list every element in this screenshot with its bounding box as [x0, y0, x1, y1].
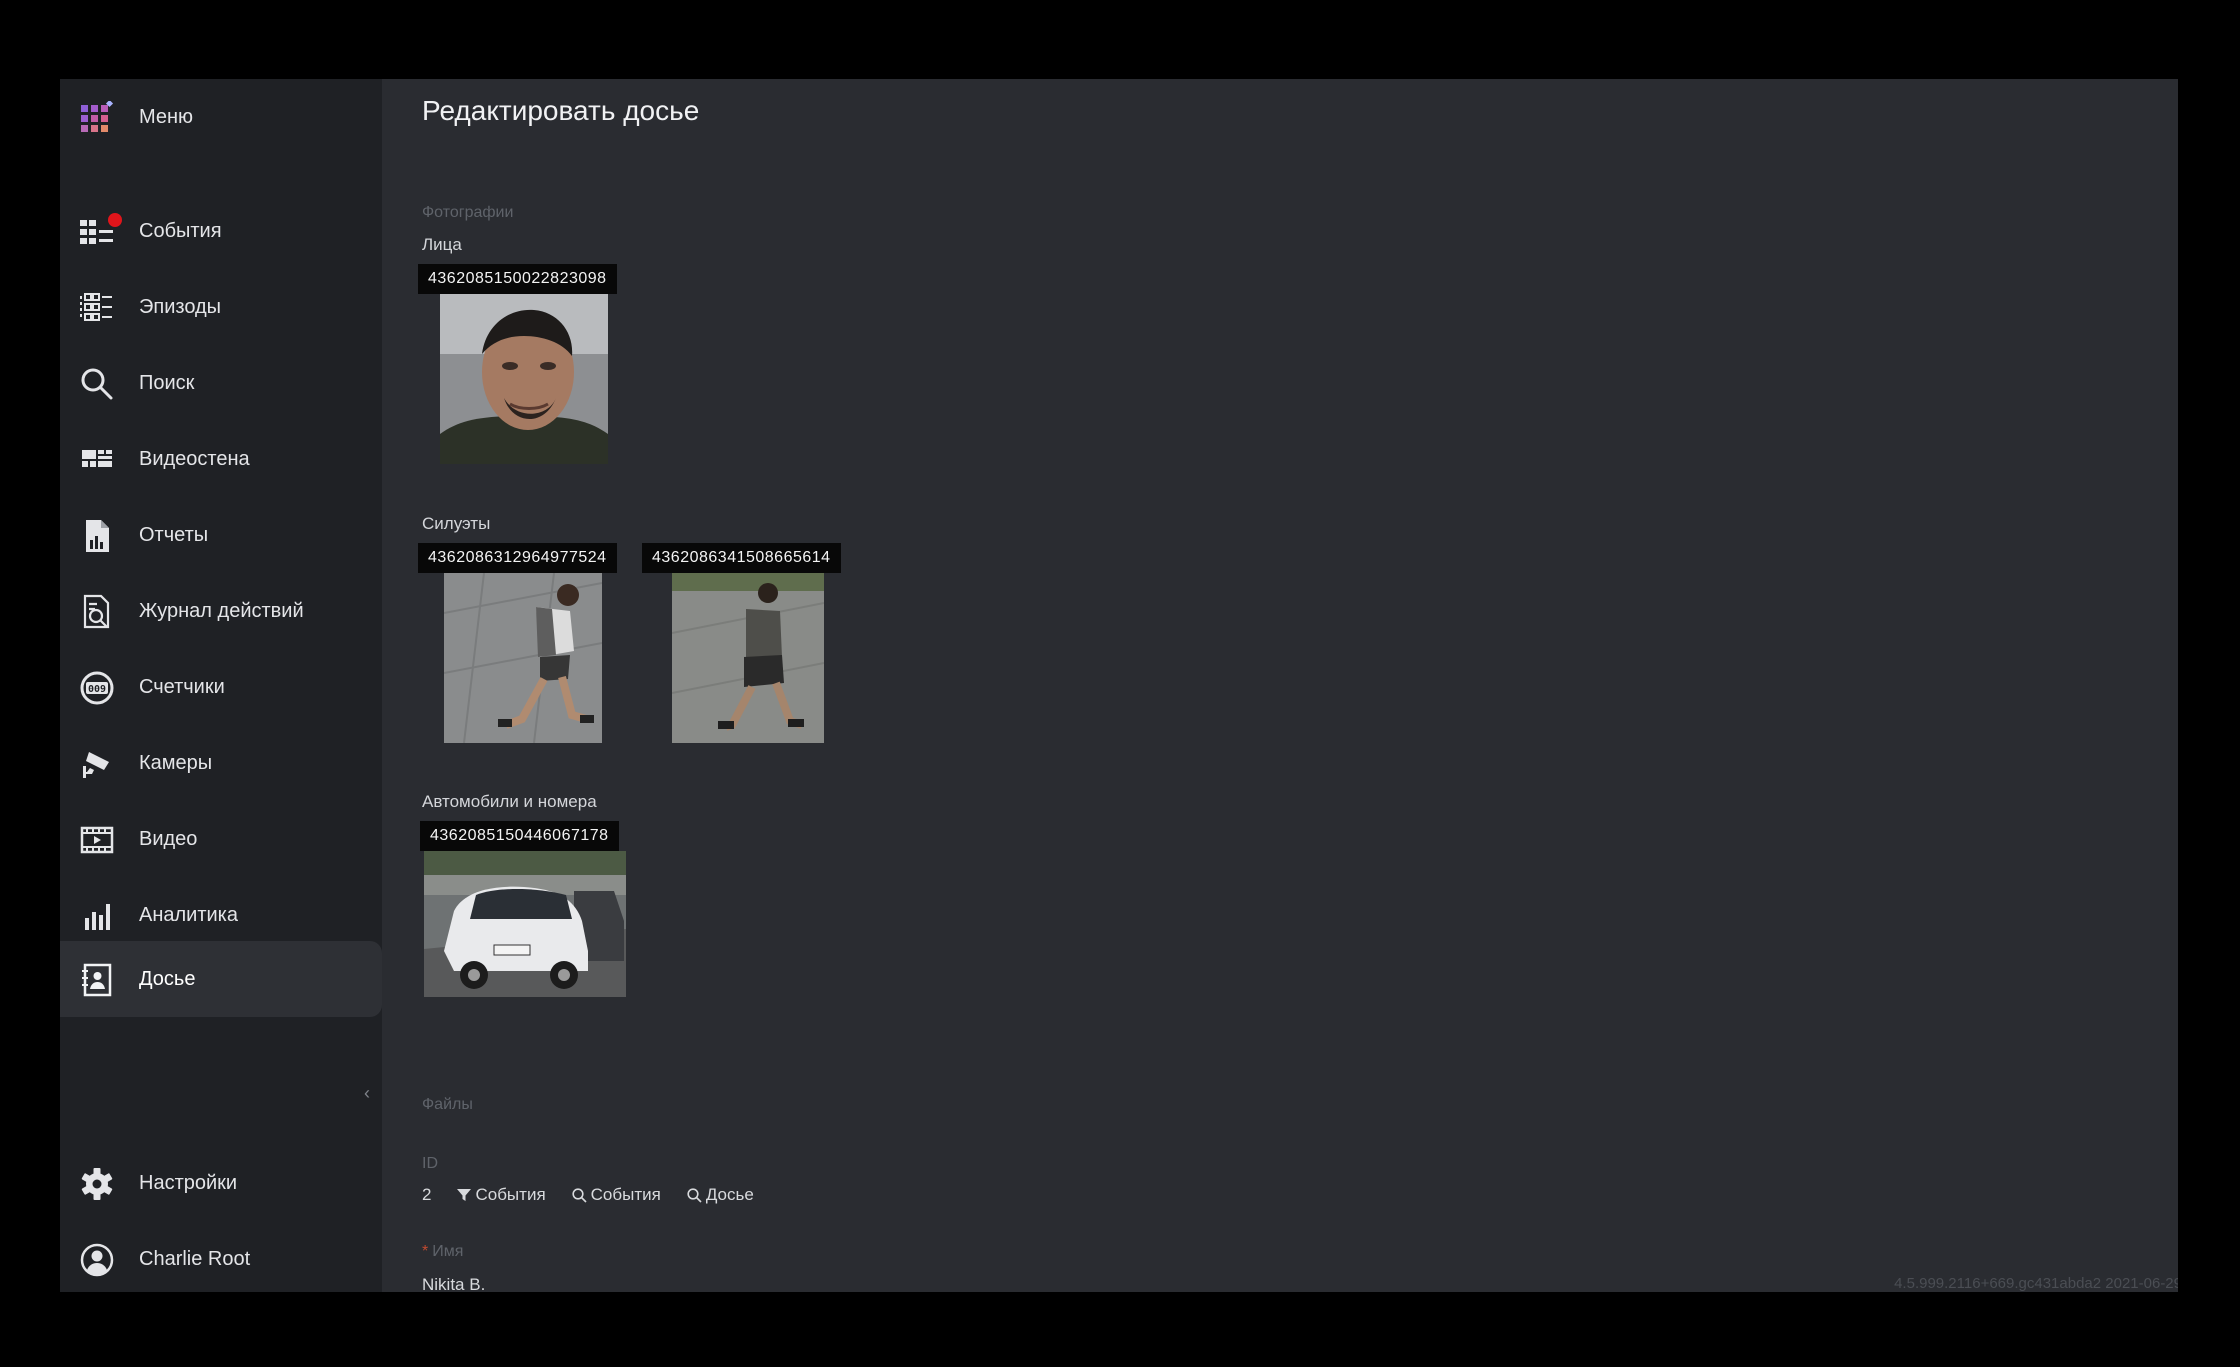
sidebar: Меню События Эпизоды Поиск Видеостена От…: [60, 79, 382, 1292]
required-mark: *: [422, 1243, 429, 1260]
videowall-icon: [79, 442, 115, 478]
body-photo-2: [672, 573, 824, 743]
user-avatar-icon: [79, 1242, 115, 1278]
dossier-icon: [79, 962, 115, 998]
gear-icon: [79, 1166, 115, 1202]
sidebar-menu[interactable]: Меню: [60, 79, 382, 155]
sidebar-item-dossier[interactable]: Досье: [60, 941, 382, 1017]
photos-caption: Фотографии: [422, 204, 514, 221]
body-id-tag: 4362086312964977524: [418, 543, 617, 573]
sidebar-item-label: Отчеты: [139, 523, 209, 546]
svg-text:009: 009: [88, 684, 106, 695]
sidebar-item-label: Поиск: [139, 371, 195, 394]
body-thumbnail-2[interactable]: 4362086341508665614: [642, 543, 852, 823]
id-row: 2 События События Досье: [422, 1185, 780, 1205]
sidebar-item-label: Аналитика: [139, 903, 238, 926]
sidebar-item-search[interactable]: Поиск: [60, 345, 382, 421]
sidebar-item-reports[interactable]: Отчеты: [60, 497, 382, 573]
filter-events-link[interactable]: События: [457, 1185, 546, 1205]
collapse-sidebar-button[interactable]: ‹: [364, 1083, 370, 1104]
sidebar-item-events[interactable]: События: [60, 193, 382, 269]
name-value[interactable]: Nikita B.: [422, 1275, 485, 1292]
action-label: Досье: [705, 1185, 754, 1204]
sidebar-item-label: Камеры: [139, 751, 213, 774]
sidebar-item-audit-log[interactable]: Журнал действий: [60, 573, 382, 649]
id-caption: ID: [422, 1155, 438, 1172]
device-frame: Меню События Эпизоды Поиск Видеостена От…: [0, 0, 2240, 1367]
name-caption-text: Имя: [432, 1243, 464, 1260]
menu-label: Меню: [139, 105, 194, 128]
sidebar-item-user[interactable]: Charlie Root: [60, 1221, 382, 1292]
sidebar-item-counters[interactable]: 009 Счетчики: [60, 649, 382, 725]
video-icon: [79, 822, 115, 858]
sidebar-item-label: Эпизоды: [139, 295, 222, 318]
app-screen: Меню События Эпизоды Поиск Видеостена От…: [60, 79, 2178, 1292]
search-icon: [79, 366, 115, 402]
bodies-label: Силуэты: [422, 514, 491, 533]
action-label: События: [475, 1185, 546, 1204]
face-id-tag: 4362085150022823098: [418, 264, 617, 294]
sidebar-item-label: Счетчики: [139, 675, 225, 698]
car-thumbnail[interactable]: 4362085150446067178: [420, 821, 630, 1101]
body-photo-1: [444, 573, 602, 743]
camera-icon: [79, 746, 115, 782]
car-id-tag: 4362085150446067178: [420, 821, 619, 851]
sidebar-item-settings[interactable]: Настройки: [60, 1145, 382, 1221]
sidebar-item-label: Видеостена: [139, 447, 250, 470]
face-photo: [440, 294, 608, 464]
sidebar-item-videowall[interactable]: Видеостена: [60, 421, 382, 497]
filter-icon: [457, 1189, 472, 1201]
search-events-link[interactable]: События: [572, 1185, 661, 1205]
body-id-tag: 4362086341508665614: [642, 543, 841, 573]
car-photo: [424, 851, 626, 997]
episodes-icon: [79, 290, 115, 326]
sidebar-item-video[interactable]: Видео: [60, 801, 382, 877]
action-label: События: [590, 1185, 661, 1204]
search-dossier-link[interactable]: Досье: [687, 1185, 754, 1205]
search-icon: [572, 1187, 587, 1203]
analytics-icon: [79, 898, 115, 934]
settings-label: Настройки: [139, 1171, 238, 1194]
faces-label: Лица: [422, 235, 462, 254]
files-caption: Файлы: [422, 1096, 473, 1113]
sidebar-item-label: Журнал действий: [139, 599, 304, 622]
sidebar-item-label: События: [139, 219, 222, 242]
audit-log-icon: [79, 594, 115, 630]
page-title: Редактировать досье: [422, 95, 700, 126]
user-name-label: Charlie Root: [139, 1247, 251, 1270]
cars-label: Автомобили и номера: [422, 792, 597, 811]
main-content: Редактировать досье Фотографии Лица 4362…: [418, 79, 2178, 1292]
face-thumbnail[interactable]: 4362085150022823098: [418, 264, 628, 544]
counters-icon: 009: [79, 670, 115, 706]
version-label: 4.5.999.2116+669.gc431abda2 2021-06-29: [1894, 1275, 2178, 1292]
events-notification-dot: [108, 213, 122, 227]
search-icon: [687, 1187, 702, 1203]
sidebar-item-episodes[interactable]: Эпизоды: [60, 269, 382, 345]
sidebar-item-label: Досье: [139, 967, 196, 990]
sidebar-item-cameras[interactable]: Камеры: [60, 725, 382, 801]
app-menu-icon: [79, 100, 115, 136]
body-thumbnail-1[interactable]: 4362086312964977524: [418, 543, 628, 823]
id-value: 2: [422, 1185, 432, 1204]
name-caption: * Имя: [422, 1243, 463, 1261]
sidebar-item-label: Видео: [139, 827, 198, 850]
reports-icon: [79, 518, 115, 554]
